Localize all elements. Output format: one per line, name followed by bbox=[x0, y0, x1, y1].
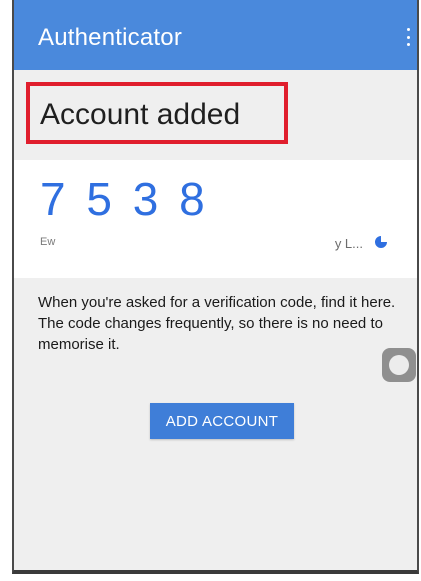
account-issuer: Ew bbox=[40, 236, 56, 248]
verification-code: 7 5 3 8 bbox=[40, 173, 209, 225]
assistive-touch-icon[interactable] bbox=[382, 348, 416, 382]
notification-area: Account added bbox=[14, 70, 417, 160]
account-name: y L... bbox=[334, 236, 363, 251]
countdown-pie-icon bbox=[375, 236, 387, 248]
app-bar: Authenticator bbox=[14, 0, 417, 70]
phone-screen: Authenticator Account added 7 5 3 8 Ew y… bbox=[12, 0, 419, 574]
more-vert-icon[interactable] bbox=[405, 28, 411, 46]
account-added-message: Account added bbox=[40, 98, 241, 131]
account-card[interactable]: 7 5 3 8 Ew y L... bbox=[14, 160, 417, 278]
add-account-button[interactable]: ADD ACCOUNT bbox=[150, 403, 294, 439]
info-text: When you're asked for a verification cod… bbox=[38, 294, 396, 353]
app-title: Authenticator bbox=[38, 24, 183, 51]
